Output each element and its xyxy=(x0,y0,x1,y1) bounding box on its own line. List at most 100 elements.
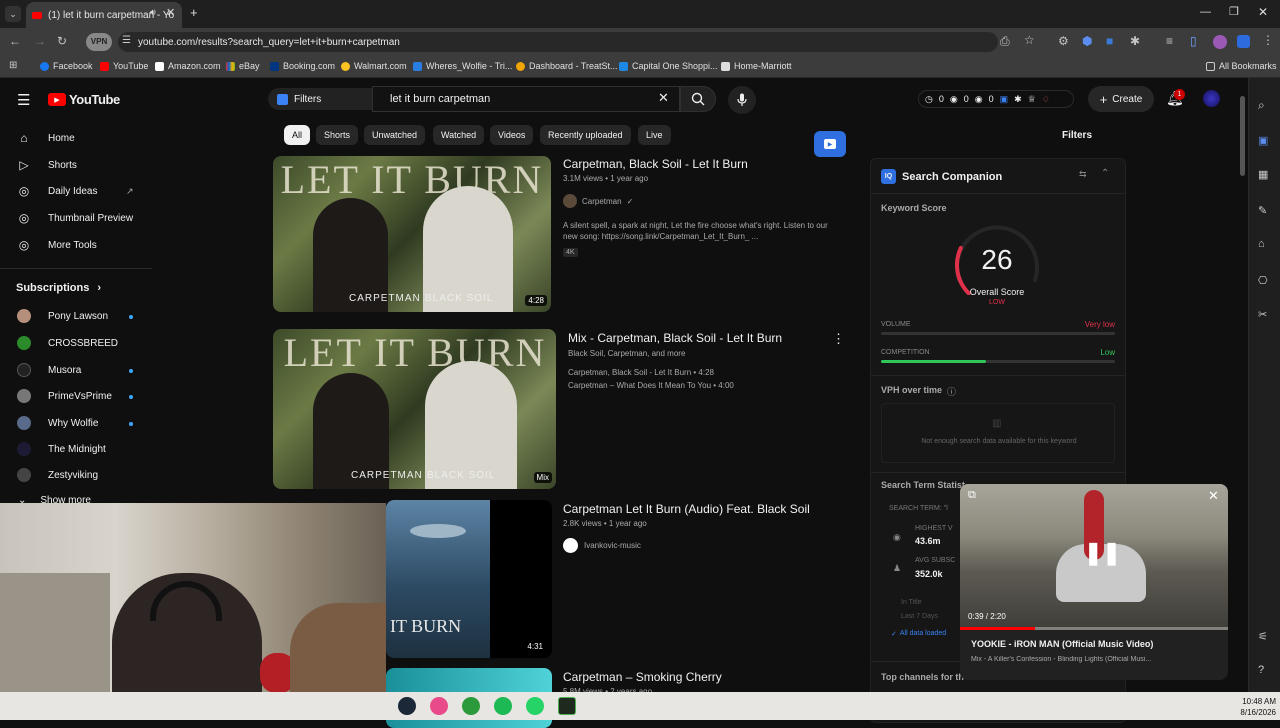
restore-icon[interactable]: ❐ xyxy=(1229,5,1239,18)
mix-track[interactable]: Carpetman – What Does It Mean To You • 4… xyxy=(568,381,734,390)
chip-live[interactable]: Live xyxy=(638,125,671,145)
pause-icon[interactable]: ❚❚ xyxy=(1084,540,1121,566)
bookmark-star-icon[interactable]: ☆ xyxy=(1024,33,1035,47)
clear-search-icon[interactable]: ✕ xyxy=(658,90,669,106)
subscription-crossbreed[interactable]: CROSSBREED xyxy=(0,330,150,356)
bookmark-treatstock[interactable]: Dashboard - TreatSt... xyxy=(516,61,618,71)
bookmark-youtube[interactable]: YouTube xyxy=(100,61,148,71)
vidiq-icon[interactable]: ▣ xyxy=(1000,94,1009,105)
page-scrollbar[interactable] xyxy=(1240,96,1245,176)
video-thumbnail[interactable]: LET IT BURN CARPETMAN BLACK SOIL 4:28 xyxy=(273,156,551,312)
mini-player-progress-track[interactable] xyxy=(960,627,1228,630)
subscription-the-midnight[interactable]: The Midnight xyxy=(0,436,150,462)
sidebar-item-daily-ideas[interactable]: ◎ Daily Ideas ↗ xyxy=(0,178,150,204)
subscriptions-header[interactable]: Subscriptions › xyxy=(16,282,101,294)
video-thumbnail[interactable]: IT BURN 4:31 xyxy=(386,500,552,658)
video-title[interactable]: Carpetman – Smoking Cherry xyxy=(563,670,722,684)
subscription-zestyviking[interactable]: Zestyviking xyxy=(0,462,150,488)
extension-shield-icon[interactable]: ⬢ xyxy=(1082,34,1092,48)
chip-recently-uploaded[interactable]: Recently uploaded xyxy=(540,125,631,145)
video-title[interactable]: Carpetman Let It Burn (Audio) Feat. Blac… xyxy=(563,502,810,516)
video-title[interactable]: Carpetman, Black Soil - Let It Burn xyxy=(563,157,748,171)
account-avatar[interactable] xyxy=(1203,90,1220,107)
chip-watched[interactable]: Watched xyxy=(433,125,485,145)
vpn-badge[interactable]: VPN xyxy=(86,33,112,51)
tab-audio-icon[interactable]: 🔊︎ xyxy=(150,7,156,18)
settings-sliders-icon[interactable]: ⇆ xyxy=(1079,169,1087,180)
search-button[interactable] xyxy=(680,86,716,112)
subscription-primevsprime[interactable]: PrimeVsPrime xyxy=(0,383,150,409)
settings-icon[interactable]: ✱ xyxy=(1014,94,1022,105)
tab-close-icon[interactable]: ✕ xyxy=(166,6,175,19)
mix-track[interactable]: Carpetman, Black Soil - Let It Burn • 4:… xyxy=(568,368,714,377)
collapse-icon[interactable]: ⌃ xyxy=(1101,168,1109,179)
mix-thumbnail[interactable]: LET IT BURN CARPETMAN BLACK SOIL Mix xyxy=(273,329,556,489)
bell-alert-icon[interactable]: ♢ xyxy=(1042,94,1050,105)
terminal-icon[interactable] xyxy=(558,697,576,715)
bookmark-booking[interactable]: Booking.com xyxy=(270,61,335,71)
sidebar-item-more-tools[interactable]: ◎ More Tools xyxy=(0,232,150,258)
url-field[interactable]: ☰ youtube.com/results?search_query=let+i… xyxy=(118,32,998,52)
search-side-icon[interactable]: ⌕ xyxy=(1258,98,1265,113)
bookmark-ebay[interactable]: eBay xyxy=(226,61,260,71)
extension-gear-icon[interactable]: ⚙ xyxy=(1058,34,1069,48)
more-options-icon[interactable]: ⋮ xyxy=(832,331,845,347)
browser-tab[interactable]: (1) let it burn carpetman - Yo xyxy=(26,2,182,28)
close-miniplayer-icon[interactable]: ✕ xyxy=(1208,488,1219,504)
help-side-icon[interactable]: ? xyxy=(1258,664,1264,676)
companion-filters-title[interactable]: Filters xyxy=(1062,130,1092,141)
search-input[interactable]: let it burn carpetman xyxy=(390,93,490,105)
bookmark-capital-one[interactable]: Capital One Shoppi... xyxy=(619,61,718,71)
tag-side-icon[interactable]: ⌂ xyxy=(1258,238,1265,250)
all-bookmarks[interactable]: All Bookmarks xyxy=(1206,61,1277,71)
menu-dots-icon[interactable]: ⋮ xyxy=(1262,33,1274,47)
bookmark-amazon[interactable]: Amazon.com xyxy=(155,61,221,71)
channel-row[interactable]: Ivankovic-music xyxy=(563,538,641,553)
tab-search-icon[interactable]: ⌄ xyxy=(5,6,21,22)
chip-all[interactable]: All xyxy=(284,125,311,145)
extension-check-icon[interactable] xyxy=(1237,35,1250,48)
sidebar-item-thumbnail-preview[interactable]: ◎ Thumbnail Preview xyxy=(0,205,150,231)
apps-grid-icon[interactable]: ⊞ xyxy=(9,60,17,71)
game-side-icon[interactable]: ⎔ xyxy=(1258,274,1268,287)
trophy-icon[interactable]: ♕ xyxy=(1028,94,1036,105)
info-icon[interactable]: ⓘ xyxy=(947,385,956,398)
calculator-side-icon[interactable]: ▦ xyxy=(1258,168,1268,181)
mini-player-video[interactable]: ⧉ ✕ ❚❚ 0:39 / 2:20 xyxy=(960,484,1228,630)
chip-unwatched[interactable]: Unwatched xyxy=(364,125,426,145)
install-icon[interactable]: ⎙ xyxy=(1000,34,1010,49)
whatsapp-icon[interactable] xyxy=(526,697,544,715)
chip-shorts[interactable]: Shorts xyxy=(316,125,359,145)
spotify-icon[interactable] xyxy=(494,697,512,715)
subscription-pony-lawson[interactable]: Pony Lawson xyxy=(0,303,150,329)
exit-miniplayer-icon[interactable]: ⧉ xyxy=(968,489,976,502)
back-icon[interactable]: ← xyxy=(9,34,21,48)
site-info-icon[interactable]: ☰ xyxy=(122,35,131,46)
new-tab-icon[interactable]: + xyxy=(190,5,198,20)
create-button[interactable]: + Create xyxy=(1088,86,1154,112)
mini-player[interactable]: ⧉ ✕ ❚❚ 0:39 / 2:20 YOOKIE - iRON MAN (Of… xyxy=(960,484,1228,680)
tools-side-icon[interactable]: ✂ xyxy=(1258,308,1267,321)
sidebar-item-shorts[interactable]: ▷ Shorts xyxy=(0,152,150,178)
sidepanel-icon[interactable]: ▯ xyxy=(1190,34,1197,48)
subscription-musora[interactable]: Musora xyxy=(0,357,150,383)
minimize-icon[interactable]: — xyxy=(1200,6,1211,18)
extensions-puzzle-icon[interactable]: ✱ xyxy=(1130,34,1140,48)
bookmark-walmart[interactable]: Walmart.com xyxy=(341,61,407,71)
youtube-logo[interactable]: ▶ YouTube xyxy=(48,92,120,107)
playlist-icon[interactable]: ≡ xyxy=(1166,34,1173,48)
maps-icon[interactable] xyxy=(430,697,448,715)
mini-player-title[interactable]: YOOKIE - iRON MAN (Official Music Video) xyxy=(971,639,1221,649)
extension-badge-icon[interactable]: ■ xyxy=(1106,34,1113,48)
forward-icon[interactable]: → xyxy=(34,34,46,48)
vidiq-floating-button[interactable]: ▶ xyxy=(814,131,846,157)
bookmark-marriott[interactable]: Home-Marriott xyxy=(721,61,792,71)
close-window-icon[interactable]: ✕ xyxy=(1258,5,1268,19)
channel-row[interactable]: Carpetman ✓ xyxy=(563,194,633,208)
xbox-icon[interactable] xyxy=(462,697,480,715)
video-title[interactable]: Mix - Carpetman, Black Soil - Let It Bur… xyxy=(568,331,782,345)
hamburger-menu-icon[interactable]: ☰ xyxy=(17,91,30,109)
chip-videos[interactable]: Videos xyxy=(490,125,534,145)
taskbar-clock[interactable]: 10:48 AM 8/16/2026 xyxy=(1236,696,1276,718)
bookmark-wheres-wolfie[interactable]: Wheres_Wolfie - Tri... xyxy=(413,61,512,71)
